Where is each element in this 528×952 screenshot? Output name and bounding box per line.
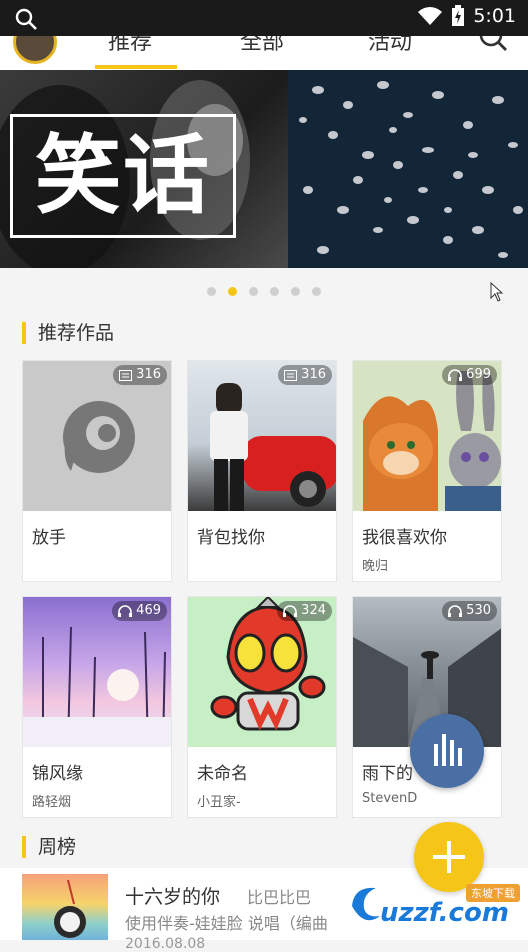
carousel-dots [207, 287, 321, 296]
search-icon[interactable] [478, 36, 508, 52]
play-count-badge: 316 [278, 365, 332, 385]
card-title: 锦风缘 [32, 764, 83, 784]
weekly-item-subtitle: 使用伴奏-娃娃脸 说唱（编曲 [125, 914, 328, 933]
carousel-dot[interactable] [207, 287, 216, 296]
card-title: 背包找你 [197, 528, 265, 548]
card-title: 我很喜欢你 [362, 528, 447, 548]
banner-image-right [288, 70, 528, 268]
play-count: 469 [136, 603, 161, 618]
weekly-item-date: 2016.08.08 [125, 936, 206, 952]
carousel-dot[interactable] [291, 287, 300, 296]
drink-cup-image [54, 879, 86, 938]
carousel-dot[interactable] [312, 287, 321, 296]
carousel-dot[interactable] [270, 287, 279, 296]
music-player-button[interactable] [410, 714, 484, 788]
carousel-dot-active[interactable] [228, 287, 237, 296]
play-count-badge: 316 [113, 365, 167, 385]
banner-title: 笑话 [10, 114, 236, 238]
status-bar: 5:01 [0, 0, 528, 36]
section-title-recommended: 推荐作品 [22, 322, 114, 344]
play-count: 316 [301, 367, 326, 382]
banner-image-left: 笑话 [0, 70, 288, 268]
wifi-icon [418, 7, 443, 25]
banner-carousel[interactable]: 笑话 [0, 70, 528, 268]
avatar[interactable] [13, 36, 57, 64]
play-count: 316 [136, 367, 161, 382]
work-card[interactable]: 316 背包找你 [187, 360, 337, 582]
search-icon[interactable] [14, 7, 38, 31]
work-card[interactable]: 316 放手 [22, 360, 172, 582]
card-title: 未命名 [197, 764, 248, 784]
headphones-icon [448, 369, 463, 381]
play-count-badge: 530 [442, 601, 497, 621]
headphones-icon [283, 605, 298, 617]
tab-indicator [95, 65, 177, 69]
battery-icon [452, 5, 465, 26]
play-count: 324 [301, 603, 326, 618]
lyrics-icon [284, 369, 298, 381]
tab-activities[interactable]: 活动 [368, 36, 412, 56]
play-count-badge: 469 [112, 601, 167, 621]
card-author: 晚归 [362, 559, 389, 574]
card-author: 小丑家- [197, 795, 241, 810]
section-title-weekly: 周榜 [22, 836, 76, 858]
petals-image [299, 81, 523, 258]
tab-recommended[interactable]: 推荐 [108, 36, 152, 56]
clock: 5:01 [473, 5, 516, 27]
tab-all[interactable]: 全部 [240, 36, 284, 56]
play-count-badge: 699 [442, 365, 497, 385]
carousel-dot[interactable] [249, 287, 258, 296]
work-card[interactable]: 699 我很喜欢你 晚归 [352, 360, 502, 582]
weekly-item-thumbnail [22, 874, 108, 940]
mouse-cursor-icon [490, 282, 504, 302]
play-count-badge: 324 [277, 601, 332, 621]
top-tab-bar: 推荐 全部 活动 [0, 36, 528, 70]
headphones-icon [448, 605, 463, 617]
work-card[interactable]: 469 锦风缘 路轻烟 [22, 596, 172, 818]
play-count: 699 [466, 367, 491, 382]
watermark-text: uzzf.com [380, 898, 509, 928]
site-watermark: 东坡下载 uzzf.com [346, 880, 522, 928]
weekly-item-author: 比巴比巴 [247, 888, 312, 907]
card-author: 路轻烟 [32, 795, 72, 810]
lyrics-icon [119, 369, 133, 381]
work-card[interactable]: 324 未命名 小丑家- [187, 596, 337, 818]
card-author: StevenD [362, 791, 418, 806]
play-count: 530 [466, 603, 491, 618]
card-title: 雨下的 [362, 764, 413, 784]
weekly-item-title: 十六岁的你 [125, 886, 221, 908]
equalizer-icon [434, 734, 462, 766]
headphones-icon [118, 605, 133, 617]
card-title: 放手 [32, 528, 66, 548]
